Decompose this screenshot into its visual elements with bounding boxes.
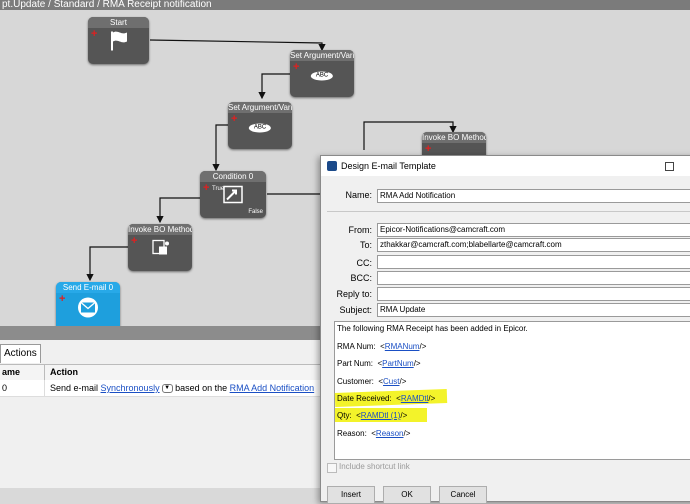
node-title: Set Argument/Vari	[228, 102, 292, 113]
bracket-close: />	[399, 377, 407, 386]
window-title: pt.Update / Standard / RMA Receipt notif…	[0, 0, 690, 10]
bracket-close: />	[403, 429, 411, 438]
design-email-template-dialog: Design E-mail Template Name: RMA Add Not…	[320, 155, 690, 504]
node-title: Start	[88, 17, 149, 28]
false-label: False	[248, 209, 263, 215]
reply-to-field[interactable]	[377, 287, 690, 301]
from-field[interactable]: Epicor-Notifications@camcraft.com	[377, 223, 690, 237]
send-email-node[interactable]: Send E-mail 0 +	[56, 282, 120, 332]
body-line-rma-num: RMA Num: <RMANum/>	[337, 342, 426, 351]
bcc-label: BCC:	[350, 273, 372, 283]
name-field[interactable]: RMA Add Notification	[377, 189, 690, 203]
body-line-label: Part Num:	[337, 359, 374, 368]
to-field[interactable]: zthakkar@camcraft.com;blabellarte@camcra…	[377, 238, 690, 252]
abc-icon: ABC	[248, 123, 272, 133]
sync-mode-link[interactable]: Synchronously	[101, 383, 160, 393]
cancel-button[interactable]: Cancel	[439, 486, 487, 504]
body-line-label: Date Received:	[337, 394, 392, 403]
body-line-label: Qty:	[337, 411, 352, 420]
column-header-name[interactable]: ame	[2, 367, 20, 377]
add-icon[interactable]: +	[425, 144, 431, 155]
include-shortcut-label: Include shortcut link	[339, 462, 410, 471]
template-link[interactable]: RMA Add Notification	[230, 383, 315, 393]
maximize-icon[interactable]	[665, 162, 674, 171]
add-icon[interactable]: +	[131, 236, 137, 247]
tab-actions[interactable]: Actions	[0, 344, 41, 363]
field-link[interactable]: RMANum	[385, 342, 420, 351]
dialog-titlebar[interactable]: Design E-mail Template	[321, 156, 690, 176]
field-link[interactable]: Reason	[376, 429, 404, 438]
node-title: Send E-mail 0	[56, 282, 120, 293]
add-icon[interactable]: +	[59, 294, 65, 305]
body-intro: The following RMA Receipt has been added…	[337, 324, 528, 333]
action-text-prefix: Send e-mail	[50, 383, 101, 393]
flag-icon	[108, 29, 130, 56]
body-line-label: Customer:	[337, 377, 374, 386]
invoke-bo-method-node-1[interactable]: Invoke BO Method +	[128, 224, 192, 271]
app-icon	[327, 161, 337, 171]
bracket-close: />	[428, 394, 436, 403]
bracket-close: />	[400, 411, 408, 420]
condition-arrow-icon	[223, 185, 243, 208]
body-line-date-received: Date Received: <RAMDtl/>	[337, 394, 435, 403]
body-line-label: RMA Num:	[337, 342, 376, 351]
add-icon[interactable]: +	[293, 62, 299, 73]
add-icon[interactable]: +	[231, 114, 237, 125]
bracket-close: />	[413, 359, 421, 368]
abc-icon: ABC	[310, 71, 334, 81]
node-title: Condition 0	[200, 171, 266, 182]
reply-to-label: Reply to:	[336, 289, 372, 299]
action-text-mid: based on the	[172, 383, 230, 393]
subject-label: Subject:	[339, 305, 372, 315]
include-shortcut-checkbox[interactable]	[327, 463, 337, 473]
ok-button[interactable]: OK	[383, 486, 431, 504]
body-line-reason: Reason: <Reason/>	[337, 429, 410, 438]
node-title: Set Argument/Vari	[290, 50, 354, 61]
row-name-cell: 0	[2, 383, 8, 393]
bracket-close: />	[419, 342, 427, 351]
cc-field[interactable]	[377, 255, 690, 269]
email-icon	[75, 296, 101, 323]
cc-label: CC:	[356, 258, 373, 268]
start-node[interactable]: Start +	[88, 17, 149, 64]
add-icon[interactable]: +	[91, 29, 97, 40]
node-title: Invoke BO Method	[422, 132, 486, 143]
separator	[327, 211, 690, 212]
to-label: To:	[359, 240, 372, 250]
condition-node[interactable]: Condition 0 + True False	[200, 171, 266, 218]
set-argument-node-1[interactable]: Set Argument/Vari + ABC	[290, 50, 354, 97]
field-link[interactable]: PartNum	[382, 359, 414, 368]
subject-field[interactable]: RMA Update	[377, 303, 690, 317]
field-link[interactable]: RAMDtl	[401, 394, 429, 403]
column-header-action[interactable]: Action	[50, 367, 78, 377]
body-line-part-num: Part Num: <PartNum/>	[337, 359, 421, 368]
dialog-title: Design E-mail Template	[341, 161, 436, 171]
node-title: Invoke BO Method	[128, 224, 192, 235]
bcc-field[interactable]	[377, 271, 690, 285]
from-label: From:	[348, 225, 373, 235]
body-line-qty: Qty: <RAMDtl (1)/>	[337, 411, 407, 420]
field-link[interactable]: Cust	[383, 377, 399, 386]
mode-dropdown-icon[interactable]: ▼	[161, 384, 173, 394]
add-icon[interactable]: +	[203, 183, 209, 194]
insert-button[interactable]: Insert	[327, 486, 375, 504]
body-line-customer: Customer: <Cust/>	[337, 377, 406, 386]
body-line-label: Reason:	[337, 429, 367, 438]
name-label: Name:	[345, 190, 372, 200]
field-link[interactable]: RAMDtl (1)	[361, 411, 401, 420]
bo-method-icon	[150, 238, 170, 261]
row-action-cell: Send e-mail Synchronously ▼ based on the …	[50, 383, 315, 394]
email-body-editor[interactable]: The following RMA Receipt has been added…	[334, 321, 690, 460]
set-argument-node-2[interactable]: Set Argument/Vari + ABC	[228, 102, 292, 149]
